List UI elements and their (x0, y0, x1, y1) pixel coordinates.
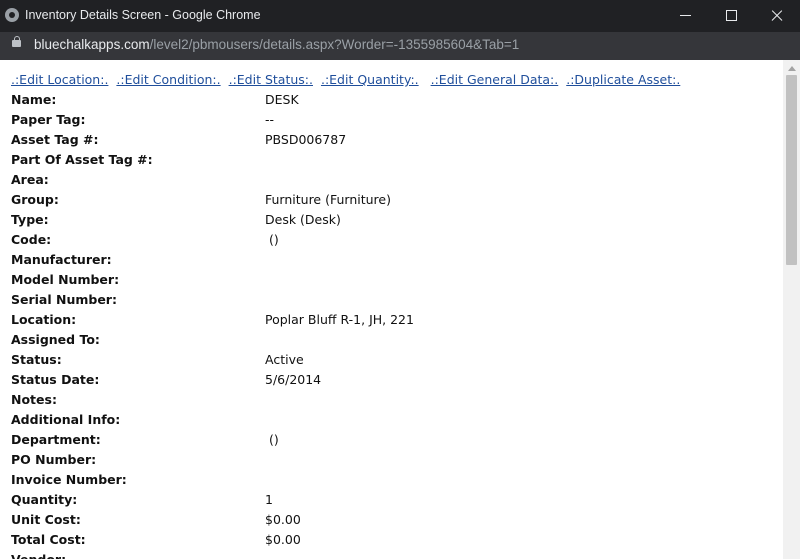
duplicate-asset-link[interactable]: .:Duplicate Asset:. (566, 72, 680, 87)
field-label: Manufacturer: (11, 252, 112, 267)
scroll-up-arrow-icon[interactable] (788, 66, 796, 71)
field-label: Name: (11, 92, 57, 107)
field-label: Paper Tag: (11, 112, 86, 127)
field-value: () (265, 232, 279, 247)
field-label: Invoice Number: (11, 472, 127, 487)
field-value: DESK (265, 92, 299, 107)
action-links: .:Edit Location:. .:Edit Condition:. .:E… (11, 72, 684, 87)
lock-icon (12, 36, 21, 47)
field-value: -- (265, 112, 275, 127)
field-label: Serial Number: (11, 292, 117, 307)
url-host: bluechalkapps.com (34, 37, 150, 52)
field-label: Notes: (11, 392, 57, 407)
field-label: Group: (11, 192, 59, 207)
url-path: /level2/pbmousers/details.aspx?Worder=-1… (149, 37, 520, 52)
field-label: Department: (11, 432, 101, 447)
vertical-scrollbar[interactable] (783, 60, 800, 559)
field-label: Assigned To: (11, 332, 100, 347)
window-title-bar: Inventory Details Screen - Google Chrome (0, 0, 800, 32)
field-label: Area: (11, 172, 49, 187)
field-label: Additional Info: (11, 412, 121, 427)
field-value: Poplar Bluff R-1, JH, 221 (265, 312, 414, 327)
window-title: Inventory Details Screen - Google Chrome (25, 8, 261, 22)
field-label: Vendor: (11, 552, 66, 559)
minimize-button[interactable] (662, 0, 708, 32)
edit-general-data-link[interactable]: .:Edit General Data:. (431, 72, 559, 87)
field-label: Unit Cost: (11, 512, 81, 527)
field-label: Code: (11, 232, 52, 247)
close-button[interactable] (754, 0, 800, 32)
field-label: Asset Tag #: (11, 132, 99, 147)
field-label: Type: (11, 212, 49, 227)
field-label: Status Date: (11, 372, 100, 387)
edit-location-link[interactable]: .:Edit Location:. (11, 72, 108, 87)
maximize-button[interactable] (708, 0, 754, 32)
url-text[interactable]: bluechalkapps.com/level2/pbmousers/detai… (34, 37, 519, 52)
field-label: Part Of Asset Tag #: (11, 152, 153, 167)
chrome-icon (5, 8, 19, 22)
field-value: Furniture (Furniture) (265, 192, 391, 207)
field-value: $0.00 (265, 532, 301, 547)
field-label: Quantity: (11, 492, 78, 507)
field-label: Model Number: (11, 272, 120, 287)
field-label: Location: (11, 312, 77, 327)
field-value: PBSD006787 (265, 132, 347, 147)
field-value: Active (265, 352, 304, 367)
address-bar[interactable]: bluechalkapps.com/level2/pbmousers/detai… (0, 32, 800, 60)
field-value: Desk (Desk) (265, 212, 341, 227)
field-value: $0.00 (265, 512, 301, 527)
edit-quantity-link[interactable]: .:Edit Quantity:. (321, 72, 419, 87)
edit-status-link[interactable]: .:Edit Status:. (229, 72, 313, 87)
field-label: Total Cost: (11, 532, 86, 547)
page-content: .:Edit Location:. .:Edit Condition:. .:E… (0, 60, 783, 559)
maximize-icon (726, 10, 737, 21)
minimize-icon (680, 15, 691, 16)
field-value: () (265, 432, 279, 447)
field-label: Status: (11, 352, 62, 367)
field-value: 5/6/2014 (265, 372, 322, 387)
scrollbar-thumb[interactable] (786, 75, 797, 265)
field-value: 1 (265, 492, 273, 507)
edit-condition-link[interactable]: .:Edit Condition:. (116, 72, 220, 87)
field-label: PO Number: (11, 452, 97, 467)
